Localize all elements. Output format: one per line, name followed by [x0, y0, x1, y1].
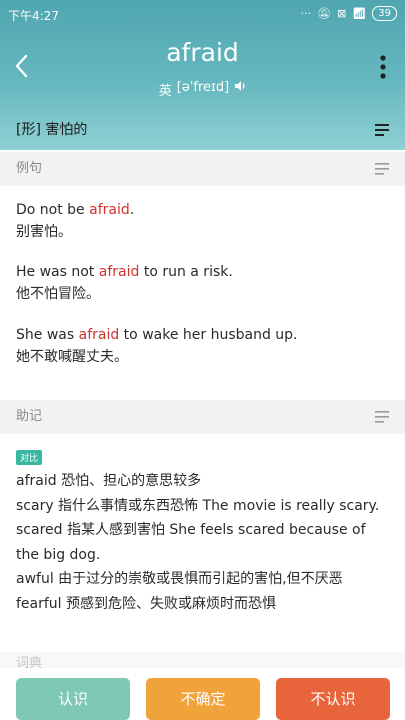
status-icons: ··· 🔕︎ ⊠ 📶︎ 39 — [301, 6, 397, 21]
unsure-button[interactable]: 不确定 — [146, 678, 260, 720]
unknown-button[interactable]: 不认识 — [276, 678, 390, 720]
more-notifications-icon: ··· — [300, 7, 312, 20]
phonetic-ipa: [əˈfreɪd] — [176, 80, 230, 95]
mnemonic-line: fearful 预感到危险、失败或麻烦时而恐惧 — [16, 595, 277, 612]
mnemonic-line: afraid 恐怕、担心的意思较多 — [16, 473, 202, 489]
status-time: 下午4:27 — [8, 9, 59, 23]
example-english: He was not afraid to run a risk. — [16, 264, 233, 280]
more-vertical-icon[interactable] — [379, 54, 387, 80]
highlight-word: afraid — [89, 202, 130, 218]
filter-lines-icon[interactable] — [375, 124, 389, 136]
meaning-bar: [形] 害怕的 — [0, 114, 405, 146]
mnemonic-list: afraid 恐怕、担心的意思较多 scary 指什么事情或东西恐怖 The m… — [16, 469, 391, 616]
word-header: 下午4:27 ··· 🔕︎ ⊠ 📶︎ 39 afraid 英 [əˈfreɪd]… — [0, 0, 405, 150]
highlight-word: afraid — [98, 264, 140, 280]
mute-icon: 🔕︎ — [317, 7, 332, 20]
example-chinese: 她不敢喊醒丈夫。 — [16, 349, 128, 365]
example-item: He was not afraid to run a risk. 他不怕冒险。 — [16, 261, 396, 305]
phonetic: 英 [əˈfreɪd] — [0, 80, 405, 99]
mnemonic-line: scary 指什么事情或东西恐怖 The movie is really sca… — [16, 497, 380, 514]
speaker-icon[interactable] — [234, 80, 246, 92]
word-title: afraid — [166, 38, 239, 67]
filter-lines-icon[interactable] — [375, 163, 389, 175]
phonetic-region: 英 — [158, 84, 172, 99]
example-item: She was afraid to wake her husband up. 她… — [16, 324, 396, 368]
wifi-icon: 📶︎ — [352, 7, 367, 20]
bottom-action-bar: 认识 不确定 不认识 — [0, 668, 405, 720]
example-chinese: 别害怕。 — [16, 224, 72, 240]
highlight-word: afraid — [78, 327, 120, 343]
examples-section-title: 例句 — [16, 161, 43, 176]
know-button[interactable]: 认识 — [16, 678, 130, 720]
mnemonic-section-header: 助记 — [0, 400, 405, 434]
mnemonic-line: awful 由于过分的崇敬或畏惧而引起的害怕,但不厌恶 — [16, 571, 343, 587]
mnemonic-section-title: 助记 — [16, 409, 43, 424]
mnemonic-line: scared 指某人感到害怕 She feels scared because … — [16, 522, 366, 563]
battery-icon: 39 — [372, 6, 397, 21]
meaning-text: [形] 害怕的 — [16, 122, 88, 138]
examples-section-header: 例句 — [0, 152, 405, 186]
example-english: She was afraid to wake her husband up. — [16, 327, 298, 343]
comparison-tag: 对比 — [16, 450, 43, 465]
example-chinese: 他不怕冒险。 — [16, 286, 100, 302]
example-item: Do not be afraid. 别害怕。 — [16, 199, 396, 243]
status-bar: 下午4:27 ··· 🔕︎ ⊠ 📶︎ 39 — [0, 0, 405, 30]
filter-lines-icon[interactable] — [375, 411, 389, 423]
example-english: Do not be afraid. — [16, 202, 135, 218]
sim-icon: ⊠ — [337, 7, 347, 20]
